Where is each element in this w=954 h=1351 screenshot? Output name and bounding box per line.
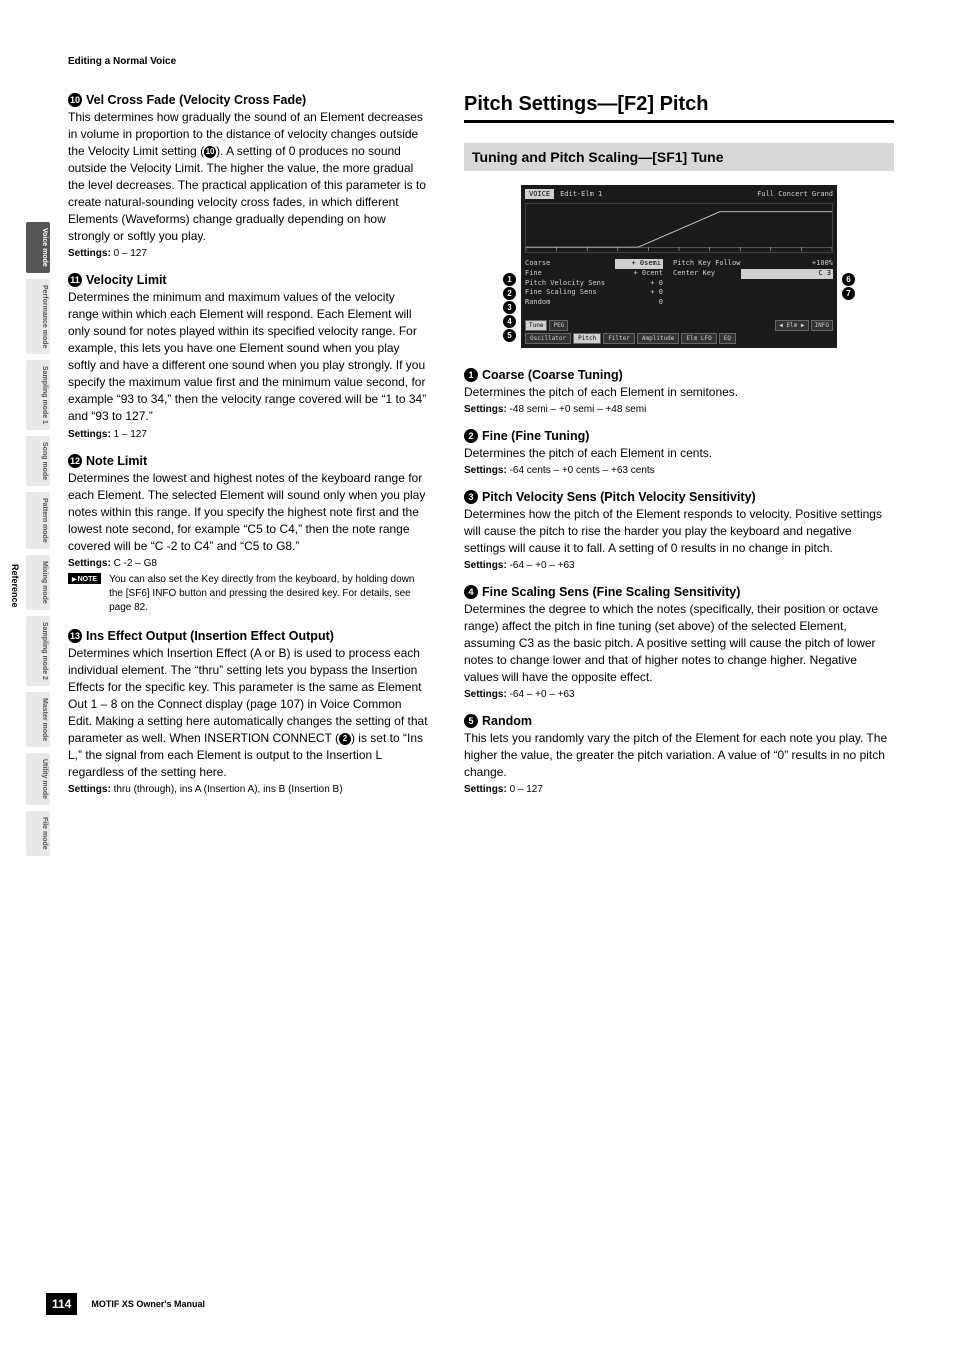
scr-preset-label: Full Concert Grand (757, 190, 833, 198)
scr-f3: Filter (603, 333, 635, 344)
tab-sampling-mode-2[interactable]: Sampling mode 2 (26, 616, 50, 686)
param-1-body: Determines the pitch of each Element in … (464, 384, 894, 401)
lcd-screenshot: 1 2 3 4 5 6 7 VOICE Edit-Elm 1 Full Conc… (509, 185, 849, 348)
callout-2-icon: 2 (503, 287, 516, 300)
param-3-head: 3 Pitch Velocity Sens (Pitch Velocity Se… (464, 490, 894, 504)
tab-voice-mode[interactable]: Voice mode (26, 222, 50, 273)
ref-2-icon: 2 (339, 733, 351, 745)
param-12-settings: Settings: C -2 – G8 (68, 558, 428, 569)
tab-song-mode[interactable]: Song mode (26, 436, 50, 486)
param-5-head: 5 Random (464, 714, 894, 728)
param-2-title: Fine (Fine Tuning) (482, 429, 589, 443)
side-tabs: Voice mode Performance mode Sampling mod… (26, 222, 50, 856)
scr-voice-tab: VOICE (525, 189, 554, 199)
param-3-body: Determines how the pitch of the Element … (464, 506, 894, 557)
param-4-body: Determines the degree to which the notes… (464, 601, 894, 686)
param-3-settings: Settings: -64 – +0 – +63 (464, 560, 894, 571)
tab-mixing-mode[interactable]: Mixing mode (26, 555, 50, 610)
callout-7-icon: 7 (842, 287, 855, 300)
param-12-body: Determines the lowest and highest notes … (68, 470, 428, 555)
tab-performance-mode[interactable]: Performance mode (26, 279, 50, 354)
num-12-icon: 12 (68, 454, 82, 468)
param-10-body: This determines how gradually the sound … (68, 109, 428, 245)
footer: 114 MOTIF XS Owner's Manual (46, 1293, 205, 1315)
num-1-icon: 1 (464, 368, 478, 382)
manual-title: MOTIF XS Owner's Manual (91, 1299, 205, 1309)
callout-4-icon: 4 (503, 315, 516, 328)
param-11-title: Velocity Limit (86, 273, 167, 287)
param-13-settings: Settings: thru (through), ins A (Inserti… (68, 784, 428, 795)
tab-utility-mode[interactable]: Utility mode (26, 753, 50, 805)
scr-sf2-peg: PEG (549, 320, 568, 331)
param-13-title: Ins Effect Output (Insertion Effect Outp… (86, 629, 334, 643)
callout-5-icon: 5 (503, 329, 516, 342)
param-12-note: NOTE You can also set the Key directly f… (68, 573, 428, 615)
num-13-icon: 13 (68, 629, 82, 643)
tab-master-mode[interactable]: Master mode (26, 692, 50, 747)
ref-10-icon: 10 (204, 146, 216, 158)
note-badge-icon: NOTE (68, 573, 101, 584)
subsection-title: Tuning and Pitch Scaling—[SF1] Tune (464, 143, 894, 171)
breadcrumb: Editing a Normal Voice (68, 56, 894, 67)
param-12-head: 12 Note Limit (68, 454, 428, 468)
param-1-head: 1 Coarse (Coarse Tuning) (464, 368, 894, 382)
param-11-settings: Settings: 1 – 127 (68, 429, 428, 440)
param-4-head: 4 Fine Scaling Sens (Fine Scaling Sensit… (464, 585, 894, 599)
param-3-title: Pitch Velocity Sens (Pitch Velocity Sens… (482, 490, 756, 504)
param-10-head: 10 Vel Cross Fade (Velocity Cross Fade) (68, 93, 428, 107)
num-2-icon: 2 (464, 429, 478, 443)
param-1-title: Coarse (Coarse Tuning) (482, 368, 623, 382)
num-11-icon: 11 (68, 273, 82, 287)
param-2-body: Determines the pitch of each Element in … (464, 445, 894, 462)
scr-f5: Elm LFO (681, 333, 716, 344)
param-10-settings: Settings: 0 – 127 (68, 248, 428, 259)
scr-f2: Pitch (573, 333, 601, 344)
param-5-title: Random (482, 714, 532, 728)
tab-pattern-mode[interactable]: Pattern mode (26, 492, 50, 549)
scr-sf5-elm: ◀ Elm ▶ (775, 320, 808, 331)
section-title: Pitch Settings—[F2] Pitch (464, 93, 894, 123)
callout-6-icon: 6 (842, 273, 855, 286)
scr-sf1-tune: Tune (525, 320, 547, 331)
scr-f1: Oscillator (525, 333, 571, 344)
param-5-body: This lets you randomly vary the pitch of… (464, 730, 894, 781)
param-10-title: Vel Cross Fade (Velocity Cross Fade) (86, 93, 306, 107)
callout-3-icon: 3 (503, 301, 516, 314)
scr-graph (525, 203, 833, 253)
reference-label: Reference (10, 564, 20, 608)
num-5-icon: 5 (464, 714, 478, 728)
param-5-settings: Settings: 0 – 127 (464, 784, 894, 795)
scr-f4: Amplitude (637, 333, 680, 344)
param-13-head: 13 Ins Effect Output (Insertion Effect O… (68, 629, 428, 643)
scr-sf6-info: INFO (811, 320, 833, 331)
callout-1-icon: 1 (503, 273, 516, 286)
tab-sampling-mode-1[interactable]: Sampling mode 1 (26, 360, 50, 430)
param-12-title: Note Limit (86, 454, 147, 468)
param-4-title: Fine Scaling Sens (Fine Scaling Sensitiv… (482, 585, 740, 599)
scr-f6: EQ (719, 333, 736, 344)
scr-edit-label: Edit-Elm 1 (560, 190, 602, 198)
param-13-body: Determines which Insertion Effect (A or … (68, 645, 428, 781)
param-1-settings: Settings: -48 semi – +0 semi – +48 semi (464, 404, 894, 415)
param-2-head: 2 Fine (Fine Tuning) (464, 429, 894, 443)
param-4-settings: Settings: -64 – +0 – +63 (464, 689, 894, 700)
param-11-head: 11 Velocity Limit (68, 273, 428, 287)
num-4-icon: 4 (464, 585, 478, 599)
tab-file-mode[interactable]: File mode (26, 811, 50, 856)
num-3-icon: 3 (464, 490, 478, 504)
num-10-icon: 10 (68, 93, 82, 107)
param-2-settings: Settings: -64 cents – +0 cents – +63 cen… (464, 465, 894, 476)
page-number: 114 (46, 1293, 77, 1315)
param-11-body: Determines the minimum and maximum value… (68, 289, 428, 425)
